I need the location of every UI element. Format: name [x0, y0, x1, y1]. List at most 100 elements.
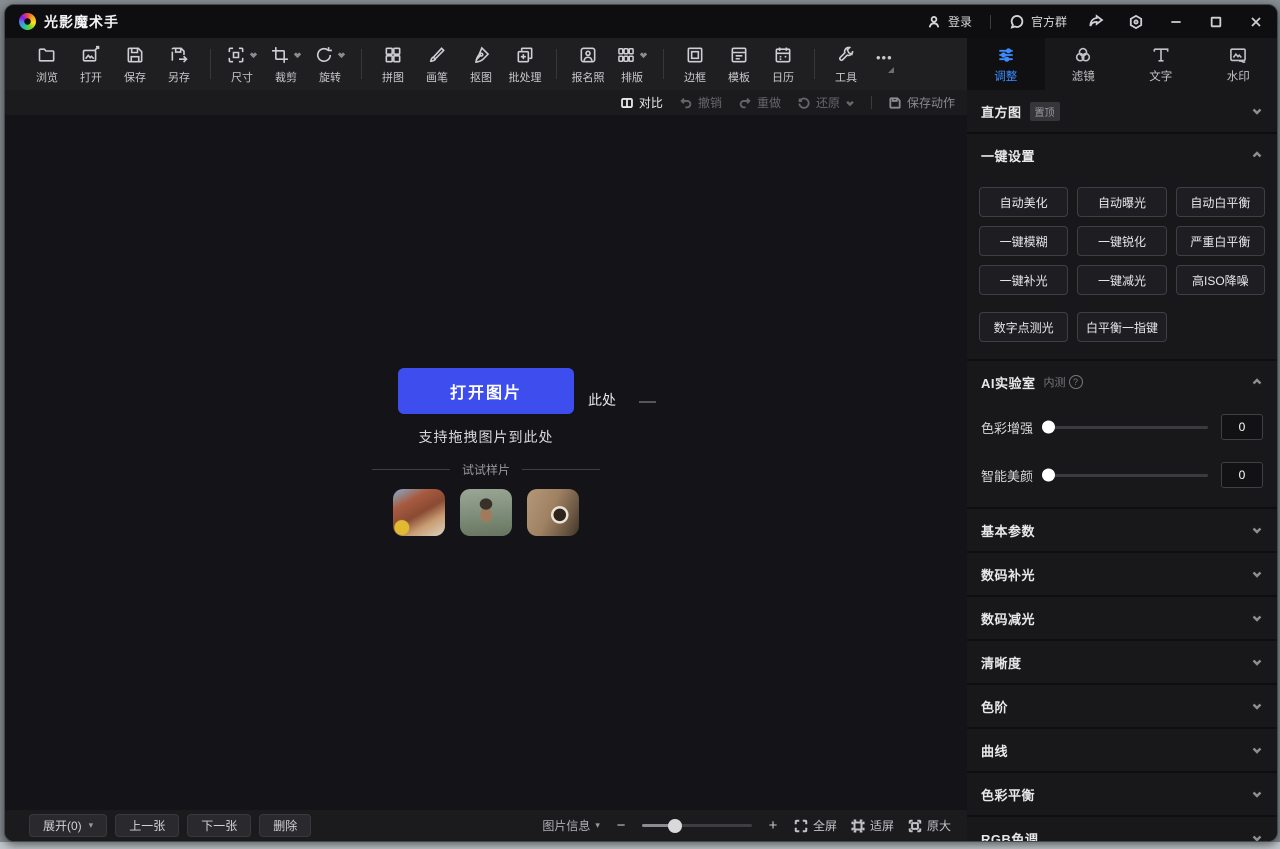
white-balance-one-touch-button[interactable]: 白平衡一指键: [1077, 312, 1166, 342]
one-click-header[interactable]: 一键设置: [967, 134, 1277, 176]
chevron-down-icon[interactable]: [1251, 568, 1263, 580]
zoom-slider[interactable]: [642, 824, 752, 827]
smart-beauty-slider[interactable]: [1045, 474, 1208, 477]
ai-lab-header[interactable]: AI实验室 内测 ?: [967, 361, 1277, 403]
login-button[interactable]: 登录: [926, 13, 972, 30]
auto-exposure-button[interactable]: 自动曝光: [1077, 187, 1166, 217]
chevron-down-icon[interactable]: [1251, 105, 1263, 117]
chevron-down-icon[interactable]: [845, 98, 855, 108]
digital-fill-light-header[interactable]: 数码补光: [967, 553, 1277, 595]
tool-resize[interactable]: 尺寸: [220, 44, 264, 85]
curves-header[interactable]: 曲线: [967, 729, 1277, 771]
settings-icon[interactable]: [1125, 11, 1147, 33]
auto-beautify-button[interactable]: 自动美化: [979, 187, 1068, 217]
one-click-fill-light-button[interactable]: 一键补光: [979, 265, 1068, 295]
tool-template[interactable]: 模板: [717, 44, 761, 85]
histogram-header[interactable]: 直方图 置顶: [967, 90, 1277, 132]
basic-params-header[interactable]: 基本参数: [967, 509, 1277, 551]
undo-button[interactable]: 撤销: [679, 94, 722, 111]
redo-button[interactable]: 重做: [738, 94, 781, 111]
high-iso-denoise-button[interactable]: 高ISO降噪: [1176, 265, 1265, 295]
color-balance-header[interactable]: 色彩平衡: [967, 773, 1277, 815]
zoom-out-button[interactable]: −: [614, 817, 628, 834]
expand-filmstrip-button[interactable]: 展开(0) ▾: [29, 814, 107, 837]
color-enhance-value[interactable]: 0: [1221, 414, 1263, 440]
actual-size-button[interactable]: 原大: [908, 817, 951, 834]
save-action-button[interactable]: 保存动作: [888, 94, 955, 111]
chevron-down-icon[interactable]: [1251, 832, 1263, 841]
tool-id-photo[interactable]: 报名照: [566, 44, 610, 85]
tab-adjust[interactable]: 调整: [967, 38, 1045, 90]
clarity-header[interactable]: 清晰度: [967, 641, 1277, 683]
tool-batch[interactable]: 批处理: [503, 44, 547, 85]
zoom-in-button[interactable]: +: [766, 817, 780, 834]
chevron-up-icon[interactable]: [1251, 149, 1263, 161]
help-icon[interactable]: ?: [1069, 375, 1083, 389]
one-click-blur-button[interactable]: 一键模糊: [979, 226, 1068, 256]
digital-spot-metering-button[interactable]: 数字点测光: [979, 312, 1068, 342]
tool-browse[interactable]: 浏览: [25, 44, 69, 85]
tool-open[interactable]: 打开: [69, 44, 113, 85]
tool-label: 日历: [772, 69, 794, 85]
chevron-down-icon[interactable]: [1251, 788, 1263, 800]
tool-collage[interactable]: 拼图: [371, 44, 415, 85]
tool-crop[interactable]: 裁剪: [264, 44, 308, 85]
tool-save-as[interactable]: 另存: [157, 44, 201, 85]
zoom-slider-thumb[interactable]: [668, 819, 682, 833]
rgb-tone-header[interactable]: RGB色调: [967, 817, 1277, 841]
share-icon[interactable]: [1085, 11, 1107, 33]
fullscreen-button[interactable]: 全屏: [794, 817, 837, 834]
delete-image-button[interactable]: 删除: [259, 814, 311, 837]
chevron-down-icon[interactable]: [293, 50, 302, 59]
maximize-button[interactable]: [1205, 11, 1227, 33]
chevron-up-icon[interactable]: [1251, 376, 1263, 388]
smart-beauty-value[interactable]: 0: [1221, 462, 1263, 488]
tool-tools[interactable]: 工具: [824, 44, 868, 85]
digital-dim-light-header[interactable]: 数码减光: [967, 597, 1277, 639]
tool-border[interactable]: 边框: [673, 44, 717, 85]
auto-white-balance-button[interactable]: 自动白平衡: [1176, 187, 1265, 217]
tab-filters[interactable]: 滤镜: [1045, 38, 1123, 90]
image-info-dropdown[interactable]: 图片信息 ▾: [542, 817, 600, 834]
official-group-button[interactable]: 官方群: [1009, 13, 1067, 30]
tab-text[interactable]: 文字: [1122, 38, 1200, 90]
chevron-down-icon[interactable]: [1251, 744, 1263, 756]
severe-white-balance-button[interactable]: 严重白平衡: [1176, 226, 1265, 256]
chevron-down-icon[interactable]: [1251, 656, 1263, 668]
chevron-down-icon[interactable]: [1251, 612, 1263, 624]
chevron-down-icon[interactable]: [1251, 524, 1263, 536]
tool-save[interactable]: 保存: [113, 44, 157, 85]
next-image-button[interactable]: 下一张: [187, 814, 251, 837]
sample-image-portrait[interactable]: [460, 489, 512, 536]
tab-watermark[interactable]: 水印: [1200, 38, 1278, 90]
tool-cutout[interactable]: 抠图: [459, 44, 503, 85]
toolbar-more-button[interactable]: •••: [876, 55, 894, 73]
color-enhance-slider[interactable]: [1045, 426, 1208, 429]
one-click-dim-light-button[interactable]: 一键减光: [1077, 265, 1166, 295]
chevron-down-icon[interactable]: [249, 50, 258, 59]
slider-thumb[interactable]: [1042, 469, 1055, 482]
sample-image-desk[interactable]: [527, 489, 579, 536]
restore-button[interactable]: 还原: [797, 94, 855, 111]
image-canvas[interactable]: 打开图片 此处 支持拖拽图片到此处 试试样片: [5, 115, 967, 810]
divider-line: [522, 469, 600, 470]
one-click-sharpen-button[interactable]: 一键锐化: [1077, 226, 1166, 256]
pin-badge[interactable]: 置顶: [1030, 102, 1060, 121]
compare-button[interactable]: 对比: [620, 94, 663, 111]
open-image-button[interactable]: 打开图片: [398, 368, 574, 414]
chevron-down-icon[interactable]: [1251, 700, 1263, 712]
fit-screen-label: 适屏: [870, 817, 894, 834]
tool-brush[interactable]: 画笔: [415, 44, 459, 85]
slider-thumb[interactable]: [1042, 421, 1055, 434]
levels-header[interactable]: 色阶: [967, 685, 1277, 727]
chevron-down-icon[interactable]: [639, 50, 648, 59]
minimize-button[interactable]: [1165, 11, 1187, 33]
prev-image-button[interactable]: 上一张: [115, 814, 179, 837]
fit-screen-button[interactable]: 适屏: [851, 817, 894, 834]
tool-layout[interactable]: 排版: [610, 44, 654, 85]
sample-image-canyon[interactable]: [393, 489, 445, 536]
tool-rotate[interactable]: 旋转: [308, 44, 352, 85]
close-button[interactable]: [1245, 11, 1267, 33]
tool-calendar[interactable]: 日历: [761, 44, 805, 85]
chevron-down-icon[interactable]: [337, 50, 346, 59]
